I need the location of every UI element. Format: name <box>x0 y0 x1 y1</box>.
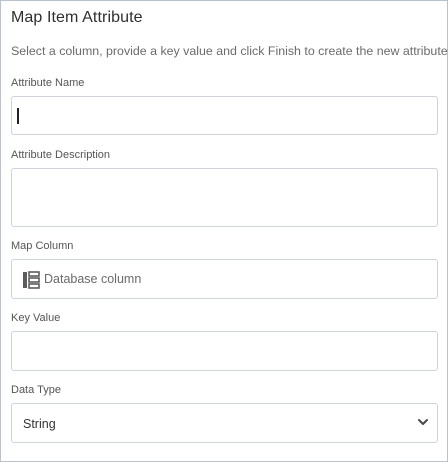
map-column-placeholder: Database column <box>44 272 142 286</box>
attribute-name-input[interactable] <box>11 96 438 135</box>
chevron-down-icon[interactable] <box>417 416 429 428</box>
text-cursor <box>17 108 19 124</box>
attribute-name-label: Attribute Name <box>11 77 85 89</box>
key-value-label: Key Value <box>11 312 61 324</box>
database-column-icon <box>23 271 40 289</box>
map-item-attribute-dialog: Map Item Attribute Select a column, prov… <box>0 0 448 462</box>
attribute-description-input[interactable] <box>11 168 438 227</box>
map-column-label: Map Column <box>11 240 74 252</box>
dialog-title: Map Item Attribute <box>11 9 143 26</box>
key-value-input[interactable] <box>11 331 438 371</box>
map-column-field[interactable]: Database column <box>11 259 438 299</box>
data-type-selected-value: String <box>23 417 56 431</box>
dialog-subtitle: Select a column, provide a key value and… <box>11 44 448 58</box>
data-type-label: Data Type <box>11 384 61 396</box>
attribute-description-label: Attribute Description <box>11 149 111 161</box>
data-type-select[interactable]: String <box>11 403 438 443</box>
